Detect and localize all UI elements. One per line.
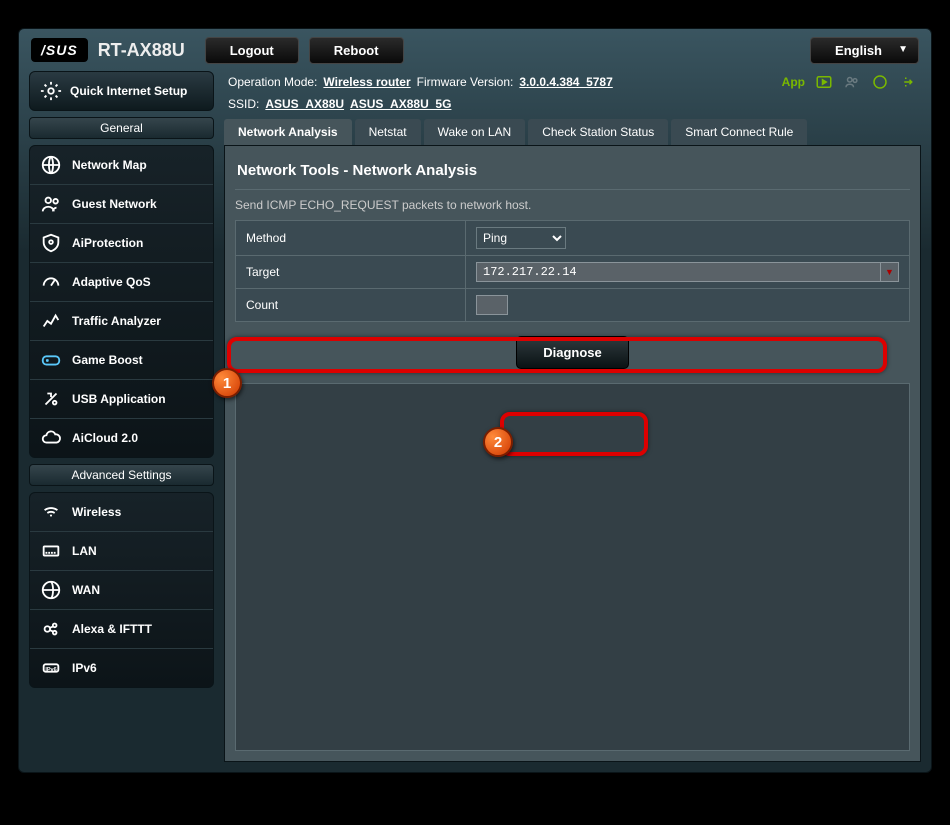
nav-wireless[interactable]: Wireless <box>30 493 213 532</box>
nav-label: Guest Network <box>72 197 157 211</box>
ethernet-icon <box>40 540 62 562</box>
annotation-callout-1: 1 <box>212 368 242 398</box>
fw-link[interactable]: 3.0.0.4.384_5787 <box>519 75 612 89</box>
nav-network-map[interactable]: Network Map <box>30 146 213 185</box>
target-label: Target <box>236 256 466 289</box>
nav-alexa-ifttt[interactable]: Alexa & IFTTT <box>30 610 213 649</box>
count-label: Count <box>236 289 466 322</box>
nav-usb-application[interactable]: USB Application <box>30 380 213 419</box>
nav-aiprotection[interactable]: AiProtection <box>30 224 213 263</box>
nav-label: AiCloud 2.0 <box>72 431 138 445</box>
reboot-button[interactable]: Reboot <box>309 37 404 64</box>
nav-label: IPv6 <box>72 661 97 675</box>
nav-aicloud[interactable]: AiCloud 2.0 <box>30 419 213 457</box>
tab-check-station[interactable]: Check Station Status <box>528 119 668 145</box>
tab-wake-on-lan[interactable]: Wake on LAN <box>424 119 526 145</box>
page-title: Network Tools - Network Analysis <box>235 156 910 185</box>
nav-label: AiProtection <box>72 236 143 250</box>
nav-label: WAN <box>72 583 100 597</box>
gear-wrench-icon <box>40 80 62 102</box>
nav-label: Game Boost <box>72 353 143 367</box>
gamepad-icon <box>40 349 62 371</box>
tab-network-analysis[interactable]: Network Analysis <box>224 119 352 145</box>
nav-label: USB Application <box>72 392 166 406</box>
nav-guest-network[interactable]: Guest Network <box>30 185 213 224</box>
nav-game-boost[interactable]: Game Boost <box>30 341 213 380</box>
app-label: App <box>782 75 805 89</box>
nav-label: Network Map <box>72 158 147 172</box>
globe-icon[interactable] <box>871 73 889 91</box>
nav-label: Traffic Analyzer <box>72 314 161 328</box>
chart-icon <box>40 310 62 332</box>
quick-internet-setup[interactable]: Quick Internet Setup <box>29 71 214 111</box>
tab-smart-connect[interactable]: Smart Connect Rule <box>671 119 807 145</box>
tab-netstat[interactable]: Netstat <box>355 119 421 145</box>
target-dropdown-arrow[interactable]: ▼ <box>881 262 899 282</box>
nav-label: Wireless <box>72 505 121 519</box>
ssid1-link[interactable]: ASUS_AX88U <box>265 97 344 111</box>
usb-icon[interactable] <box>899 73 917 91</box>
svg-text:IPv6: IPv6 <box>45 667 56 673</box>
qis-label: Quick Internet Setup <box>70 84 187 98</box>
link-icon <box>40 618 62 640</box>
wifi-icon <box>40 501 62 523</box>
globe-icon <box>40 154 62 176</box>
brand-logo: /SUS <box>31 38 88 62</box>
shield-icon <box>40 232 62 254</box>
output-panel <box>235 383 910 751</box>
divider <box>235 189 910 190</box>
play-icon[interactable] <box>815 73 833 91</box>
ssid2-link[interactable]: ASUS_AX88U_5G <box>350 97 451 111</box>
model-name: RT-AX88U <box>98 40 185 61</box>
op-mode-link[interactable]: Wireless router <box>323 75 410 89</box>
nav-traffic-analyzer[interactable]: Traffic Analyzer <box>30 302 213 341</box>
speedometer-icon <box>40 271 62 293</box>
nav-ipv6[interactable]: IPv6 IPv6 <box>30 649 213 687</box>
nav-label: LAN <box>72 544 97 558</box>
method-select[interactable]: Ping <box>476 227 566 249</box>
users-icon <box>40 193 62 215</box>
section-advanced: Advanced Settings <box>29 464 214 486</box>
annotation-callout-2: 2 <box>483 427 513 457</box>
page-description: Send ICMP ECHO_REQUEST packets to networ… <box>235 198 910 212</box>
nav-wan[interactable]: WAN <box>30 571 213 610</box>
fw-label: Firmware Version: <box>417 75 514 89</box>
count-input[interactable] <box>476 295 508 315</box>
diagnose-button[interactable]: Diagnose <box>516 336 629 369</box>
logout-button[interactable]: Logout <box>205 37 299 64</box>
cloud-icon <box>40 427 62 449</box>
nav-label: Alexa & IFTTT <box>72 622 152 636</box>
target-input[interactable] <box>476 262 881 282</box>
globe-icon <box>40 579 62 601</box>
usb-icon <box>40 388 62 410</box>
op-mode-label: Operation Mode: <box>228 75 317 89</box>
users-icon[interactable] <box>843 73 861 91</box>
ipv6-icon: IPv6 <box>40 657 62 679</box>
section-general: General <box>29 117 214 139</box>
ssid-label: SSID: <box>228 97 259 111</box>
method-label: Method <box>236 221 466 256</box>
nav-adaptive-qos[interactable]: Adaptive QoS <box>30 263 213 302</box>
nav-lan[interactable]: LAN <box>30 532 213 571</box>
nav-label: Adaptive QoS <box>72 275 151 289</box>
language-dropdown[interactable]: English <box>810 37 919 64</box>
